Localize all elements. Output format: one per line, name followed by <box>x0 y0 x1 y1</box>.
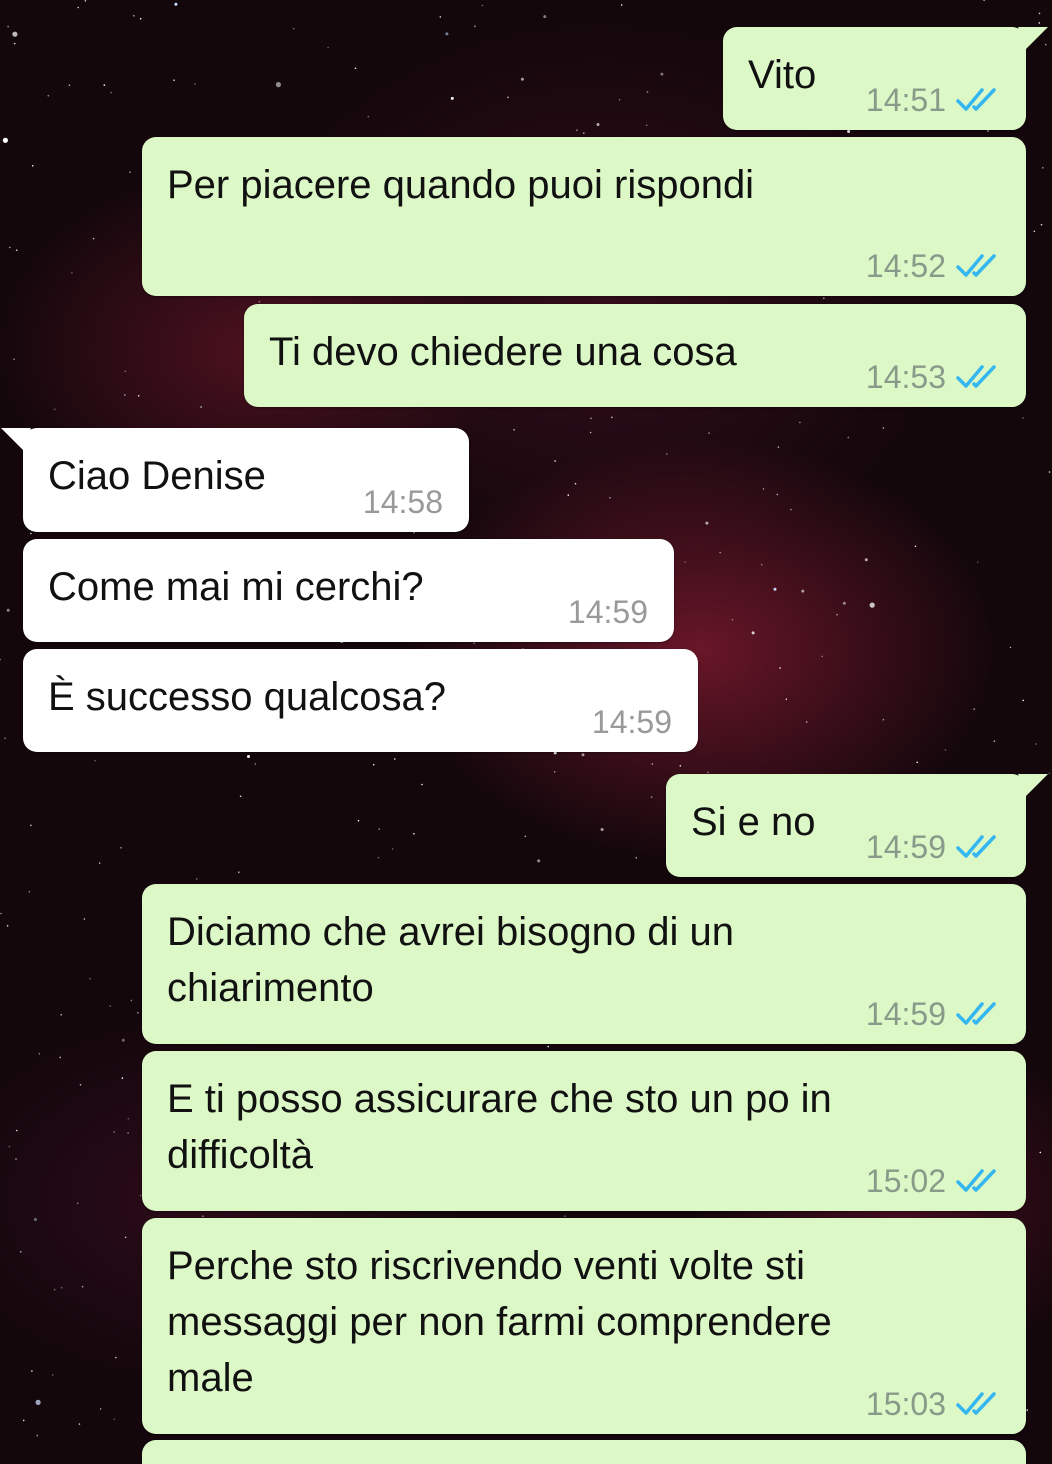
message-text: È successo qualcosa? <box>48 675 447 719</box>
read-ticks-icon <box>956 835 996 858</box>
read-ticks-icon <box>956 254 996 277</box>
message-time: 14:59 <box>591 704 672 740</box>
bubble-tail <box>1 428 31 450</box>
message-meta: 14:53 <box>866 359 1000 395</box>
message-meta: 14:59 <box>592 704 672 740</box>
message-meta: 14:59 <box>866 829 1000 865</box>
message-meta: 14:51 <box>866 82 1000 118</box>
outgoing-message[interactable]: E ti posso assicurare che sto un po in d… <box>142 1051 1026 1211</box>
incoming-message[interactable]: Ciao Denise 14:58 <box>1 428 469 532</box>
message-meta: 14:59 <box>568 594 648 630</box>
outgoing-message[interactable]: Perche sto riscrivendo venti volte sti m… <box>142 1218 1026 1434</box>
message-text: Perche sto riscrivendo venti volte sti m… <box>167 1244 832 1400</box>
read-ticks-icon <box>956 365 996 388</box>
outgoing-message[interactable]: Diciamo che avrei bisogno di un chiarime… <box>142 884 1026 1044</box>
message-text: Come mai mi cerchi? <box>48 565 424 609</box>
message-time: 14:51 <box>865 82 946 118</box>
message-text: Diciamo che avrei bisogno di un chiarime… <box>167 910 734 1010</box>
message-meta: 14:59 <box>866 996 1000 1032</box>
message-time: 15:02 <box>865 1163 946 1199</box>
message-time: 14:52 <box>865 248 946 284</box>
bubble-tail <box>1018 27 1048 49</box>
message-text: E ti posso assicurare che sto un po in d… <box>167 1077 832 1177</box>
read-ticks-icon <box>956 1002 996 1025</box>
outgoing-message[interactable]: Ti devo chiedere una cosa 14:53 <box>244 304 1026 407</box>
read-ticks-icon <box>956 88 996 111</box>
incoming-message[interactable]: Come mai mi cerchi? 14:59 <box>23 539 674 642</box>
outgoing-message[interactable]: Per piacere quando puoi rispondi 14:52 <box>142 137 1026 296</box>
message-text: Per piacere quando puoi rispondi <box>167 163 755 207</box>
message-time: 14:59 <box>865 829 946 865</box>
message-text: Ciao Denise <box>48 454 266 498</box>
message-meta: 14:52 <box>866 248 1000 284</box>
read-ticks-icon <box>956 1392 996 1415</box>
message-meta: 15:03 <box>866 1386 1000 1422</box>
message-text: Si e no <box>691 800 816 844</box>
outgoing-message-partial[interactable] <box>142 1440 1026 1464</box>
incoming-message[interactable]: È successo qualcosa? 14:59 <box>23 649 698 752</box>
message-meta: 15:02 <box>866 1163 1000 1199</box>
read-ticks-icon <box>956 1169 996 1192</box>
message-text: Vito <box>748 53 817 97</box>
message-time: 14:59 <box>865 996 946 1032</box>
bubble-tail <box>1018 774 1048 796</box>
message-time: 14:53 <box>865 359 946 395</box>
message-time: 15:03 <box>865 1386 946 1422</box>
message-text: Ti devo chiedere una cosa <box>269 330 737 374</box>
outgoing-message[interactable]: Vito 14:51 <box>723 27 1048 130</box>
outgoing-message[interactable]: Si e no 14:59 <box>666 774 1048 877</box>
message-time: 14:59 <box>567 594 648 630</box>
message-meta: 14:58 <box>363 484 443 520</box>
message-time: 14:58 <box>362 484 443 520</box>
